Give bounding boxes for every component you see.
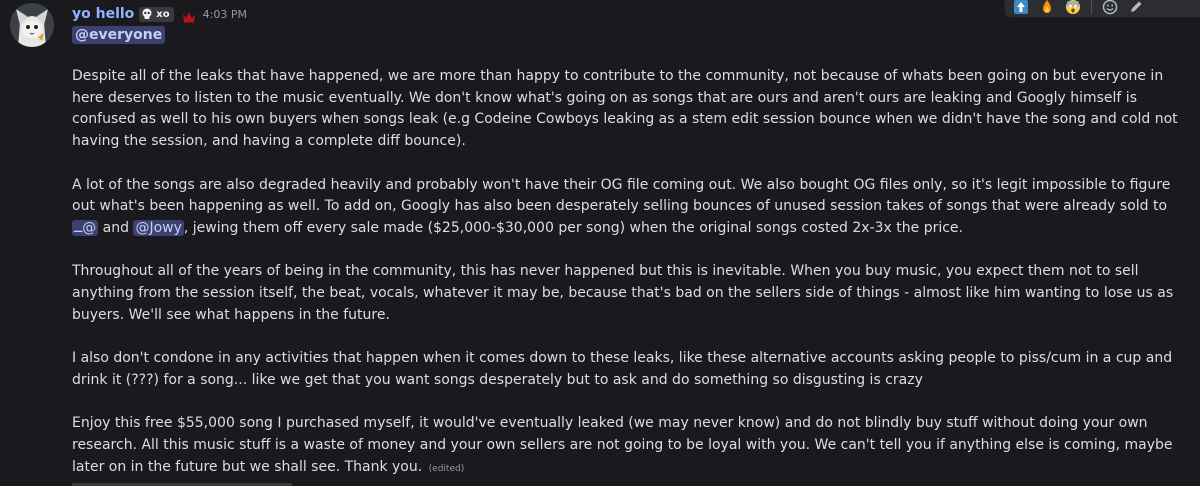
paragraph-4: I also don't condone in any activities t…	[72, 350, 1173, 388]
message-action-toolbar	[1004, 0, 1200, 18]
server-tag-label: xo	[156, 8, 170, 20]
avatar[interactable]	[10, 3, 54, 47]
paragraph-2-text-end: , jewing them off every sale made ($25,0…	[183, 219, 963, 236]
timestamp[interactable]: 4:03 PM	[203, 8, 247, 21]
paragraph-3: Throughout all of the years of being in …	[72, 263, 1174, 323]
paragraph-2-and: and	[98, 219, 134, 236]
upload-arrow-icon[interactable]	[1013, 0, 1029, 15]
user-mention-1[interactable]: ــ@	[72, 219, 99, 236]
paragraph-5-text: Enjoy this free $55,000 song I purchased…	[72, 415, 1173, 475]
toolbar-divider	[1091, 0, 1092, 14]
author-name[interactable]: yo hello	[72, 4, 134, 24]
paragraph-5: Enjoy this free $55,000 song I purchased…	[72, 413, 1190, 480]
message-content: Despite all of the leaks that have happe…	[72, 66, 1190, 480]
everyone-mention[interactable]: @everyone	[72, 26, 166, 44]
user-mention-jowy[interactable]: @Jowy	[133, 219, 184, 236]
paragraph-2: A lot of the songs are also degraded hea…	[72, 175, 1190, 240]
edited-label: (edited)	[428, 463, 465, 474]
server-tag[interactable]: xo	[139, 6, 174, 22]
skull-icon	[141, 8, 153, 20]
paragraph-2-text-start: A lot of the songs are also degraded hea…	[72, 176, 1171, 215]
paragraph-1: Despite all of the leaks that have happe…	[72, 68, 1178, 150]
chat-message: yo hello xo 4:03 PM @everyone Despite al…	[0, 0, 1200, 486]
edit-icon[interactable]	[1128, 0, 1144, 15]
crown-icon	[182, 8, 196, 23]
fire-reaction-icon[interactable]	[1039, 0, 1055, 15]
message-header: yo hello xo 4:03 PM	[72, 4, 247, 24]
add-reaction-icon[interactable]	[1102, 0, 1118, 15]
scream-reaction-icon[interactable]	[1065, 0, 1081, 15]
